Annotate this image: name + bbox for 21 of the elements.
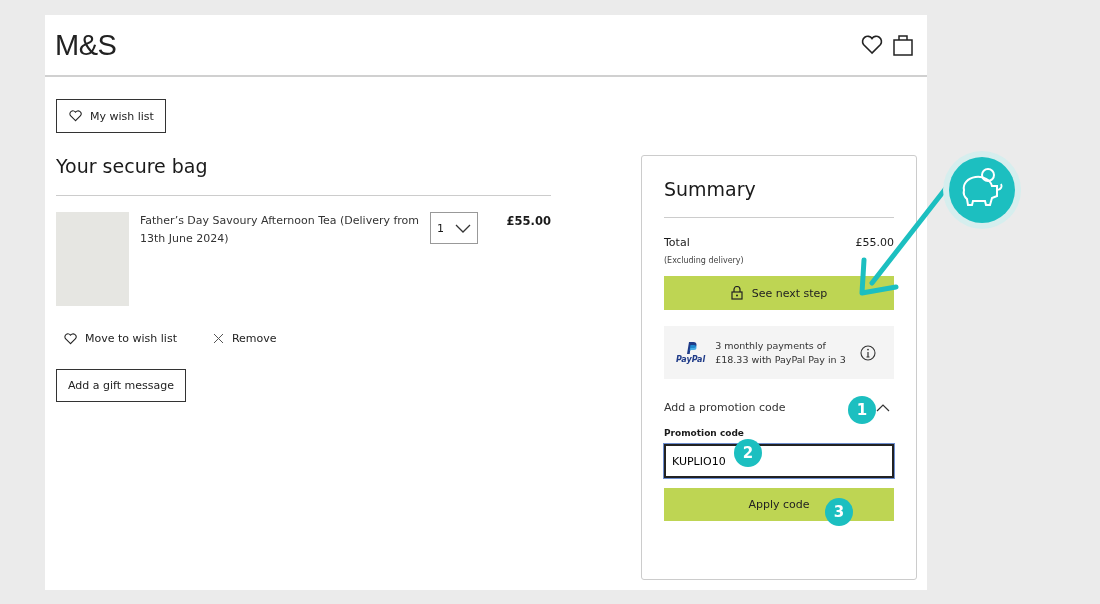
promotion-code-label: Promotion code — [664, 428, 745, 438]
product-name[interactable]: Father’s Day Savoury Afternoon Tea (Delivery from 13th June 2024) — [140, 212, 422, 248]
delivery-note: (Excluding delivery) — [664, 256, 745, 265]
total-label: Total — [664, 236, 690, 249]
paypal-text-line: £18.33 with PayPal Pay in 3 — [715, 352, 846, 367]
promotion-code-toggle[interactable]: Add a promotion code — [664, 401, 786, 414]
product-price: £55.00 — [506, 214, 551, 228]
quantity-select[interactable]: 1 — [430, 212, 478, 244]
gift-message-button[interactable]: Add a gift message — [56, 369, 186, 402]
brand-logo[interactable]: M&S — [55, 28, 117, 62]
paypal-text-line: 3 monthly payments of — [715, 338, 827, 353]
my-wish-list-button[interactable]: My wish list — [56, 99, 166, 133]
total-value: £55.00 — [855, 236, 894, 249]
step-number-badge: 1 — [848, 396, 876, 424]
step-number-badge: 2 — [734, 439, 762, 467]
move-to-wish-list-link[interactable]: Move to wish list — [64, 332, 177, 345]
bag-title: Your secure bag — [56, 155, 551, 196]
see-next-step-button[interactable]: See next step — [664, 276, 894, 310]
remove-link[interactable]: Remove — [212, 332, 277, 345]
paypal-logo: PayPal — [676, 355, 706, 364]
summary-title: Summary — [664, 178, 894, 218]
